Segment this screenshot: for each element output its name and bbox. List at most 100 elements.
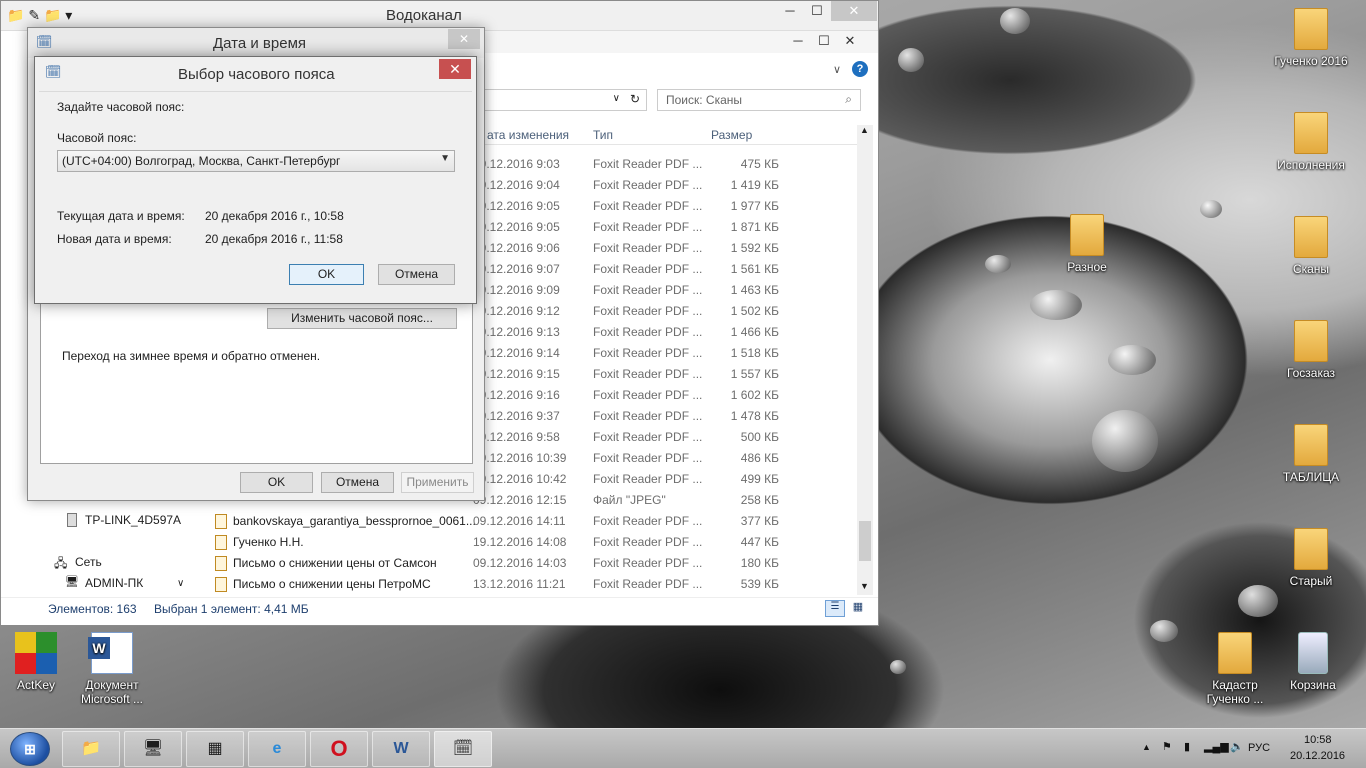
cancel-button[interactable]: Отмена (321, 472, 394, 493)
water-drop (898, 48, 924, 72)
network-signal-icon[interactable]: ▂▄▆ (1204, 740, 1229, 753)
close-button[interactable]: ✕ (837, 33, 863, 49)
taskbar-actkey[interactable]: ▦ (186, 731, 244, 767)
address-bar[interactable]: ∨ ↻ (481, 89, 647, 111)
folder-icon (1294, 216, 1328, 258)
volume-icon[interactable]: 🔈 (1230, 740, 1244, 753)
close-button[interactable]: ✕ (831, 1, 877, 21)
pdf-file-icon (215, 514, 227, 529)
change-timezone-button[interactable]: Изменить часовой пояс... (267, 308, 457, 329)
file-name: Гученко Н.Н. (233, 535, 304, 549)
taskbar-word[interactable]: W (372, 731, 430, 767)
pdf-file-icon (215, 535, 227, 550)
action-center-icon[interactable]: ⚑ (1162, 740, 1172, 753)
file-date: 09.12.2016 14:11 (473, 514, 566, 528)
file-size: 500 КБ (740, 430, 779, 444)
search-input[interactable]: Поиск: Сканы ⌕ (657, 89, 861, 111)
desktop-icon-korzina[interactable]: Корзина (1274, 632, 1352, 692)
file-date: 09.12.2016 9:06 (473, 241, 560, 255)
taskbar-lenovo[interactable]: 🖥 (124, 731, 182, 767)
current-datetime-value: 20 декабря 2016 г., 10:58 (205, 209, 344, 223)
folder-icon: 📁 (81, 740, 101, 757)
file-date: 09.12.2016 9:15 (473, 367, 560, 381)
nav-item-network[interactable]: Сеть (75, 555, 102, 569)
water-drop (1200, 200, 1222, 218)
desktop-icon-document[interactable]: W Документ Microsoft ... (73, 632, 151, 706)
show-hidden-icons[interactable]: ▲ (1142, 742, 1151, 752)
quick-access-toolbar[interactable]: 📁 ✎ 📁 ▾ (7, 7, 72, 24)
table-row[interactable]: Гученко Н.Н. 19.12.2016 14:08 Foxit Reader… (211, 532, 871, 553)
minimize-button[interactable]: ─ (777, 1, 803, 21)
desktop-icon-ispolneniya[interactable]: Исполнения (1272, 112, 1350, 172)
column-date[interactable]: ата изменения (487, 128, 569, 142)
column-size[interactable]: Размер (711, 128, 752, 142)
taskbar-opera[interactable]: O (310, 731, 368, 767)
desktop-icon-actkey[interactable]: ActKey (0, 632, 75, 692)
expand-ribbon-icon[interactable]: ∨ (833, 63, 841, 76)
ribbon-tabs: ─ ☐ ✕ (481, 31, 878, 53)
desktop-icon-label: Корзина (1290, 678, 1336, 692)
search-icon: ⌕ (845, 92, 852, 106)
vertical-scrollbar[interactable]: ▲ ▼ (857, 125, 873, 595)
desktop-icon-guchenko[interactable]: Гученко 2016 (1272, 8, 1350, 68)
timezone-label: Часовой пояс: (57, 131, 137, 145)
desktop-icon-kadastr[interactable]: Кадастр Гученко ... (1196, 632, 1274, 706)
pdf-file-icon (215, 577, 227, 592)
table-row[interactable]: Письмо о снижении цены ПетроМС 13.12.2016… (211, 574, 871, 595)
taskbar-ie[interactable]: e (248, 731, 306, 767)
close-button[interactable]: ✕ (448, 29, 480, 49)
desktop-icon-raznoe[interactable]: Разное (1048, 214, 1126, 274)
cancel-button[interactable]: Отмена (378, 264, 455, 285)
desktop-icon-label: Исполнения (1277, 158, 1345, 172)
file-name: Письмо о снижении цены ПетроМС (233, 577, 431, 591)
column-type[interactable]: Тип (593, 128, 613, 142)
scroll-down-icon[interactable]: ▼ (860, 581, 869, 591)
desktop-icon-label: Разное (1067, 260, 1107, 274)
nav-item-tplink[interactable]: TP-LINK_4D597A (85, 513, 181, 527)
file-date: 09.12.2016 9:05 (473, 220, 560, 234)
file-type: Foxit Reader PDF ... (593, 220, 703, 234)
help-icon[interactable]: ? (852, 61, 868, 77)
file-size: 1 871 КБ (730, 220, 779, 234)
details-view-icon[interactable]: ☰ (825, 600, 845, 617)
taskbar-datetime[interactable]: 🗓 (434, 731, 492, 767)
start-button[interactable]: ⊞ (10, 732, 50, 766)
current-datetime-label: Текущая дата и время: (57, 209, 185, 223)
minimize-button[interactable]: ─ (785, 33, 811, 49)
clock-date[interactable]: 20.12.2016 (1290, 750, 1345, 762)
close-button[interactable]: ✕ (439, 59, 471, 79)
nav-item-admin-pc[interactable]: ADMIN-ПК (85, 576, 143, 590)
table-row[interactable]: bankovskaya_garantiya_bessprornoe_0061..… (211, 511, 871, 532)
clock-time[interactable]: 10:58 (1304, 734, 1332, 746)
timezone-select[interactable]: (UTC+04:00) Волгоград, Москва, Санкт-Пет… (57, 150, 455, 172)
battery-icon[interactable]: ▮ (1184, 740, 1190, 753)
desktop-icon-stary[interactable]: Старый (1272, 528, 1350, 588)
ok-button[interactable]: OK (289, 264, 364, 285)
apply-button[interactable]: Применить (401, 472, 474, 493)
desktop-icon-goszakaz[interactable]: Госзаказ (1272, 320, 1350, 380)
chevron-down-icon[interactable]: ∨ (613, 93, 620, 104)
file-size: 1 463 КБ (730, 283, 779, 297)
file-date: 09.12.2016 9:37 (473, 409, 560, 423)
water-drop (985, 255, 1011, 273)
maximize-button[interactable]: ☐ (811, 33, 837, 49)
folder-icon (1294, 320, 1328, 362)
ok-button[interactable]: OK (240, 472, 313, 493)
desktop-icon-skany[interactable]: Сканы (1272, 216, 1350, 276)
desktop-icon-tablica[interactable]: ТАБЛИЦА (1272, 424, 1350, 484)
language-indicator[interactable]: РУС (1248, 742, 1270, 754)
scroll-up-icon[interactable]: ▲ (860, 125, 869, 135)
maximize-button[interactable]: ☐ (804, 1, 830, 21)
taskbar-explorer[interactable]: 📁 (62, 731, 120, 767)
folder-image-icon (1070, 214, 1104, 256)
refresh-icon[interactable]: ↻ (630, 92, 640, 106)
file-date: 09.12.2016 12:15 (473, 493, 567, 507)
file-type: Foxit Reader PDF ... (593, 157, 703, 171)
file-date: 19.12.2016 14:08 (473, 535, 567, 549)
chevron-down-icon[interactable]: ∨ (177, 578, 184, 589)
table-row[interactable]: Письмо о снижении цены от Самсон 09.12.20… (211, 553, 871, 574)
tiles-view-icon[interactable]: ▦ (849, 600, 867, 617)
file-type: Foxit Reader PDF ... (593, 283, 703, 297)
scrollbar-thumb[interactable] (859, 521, 871, 561)
desktop-icon-label: Старый (1289, 574, 1333, 588)
